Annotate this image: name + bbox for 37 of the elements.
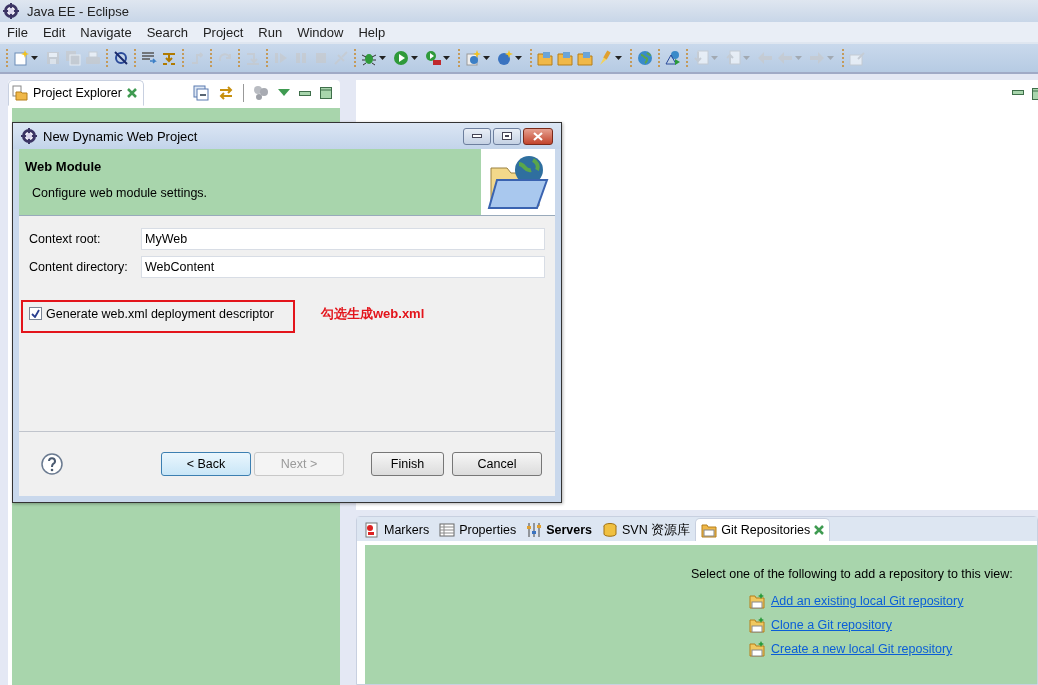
- menu-item[interactable]: Run: [258, 24, 283, 40]
- link[interactable]: Add an existing local Git repository: [771, 594, 964, 608]
- dialog-title: New Dynamic Web Project: [43, 128, 199, 144]
- text-field[interactable]: WebContent: [141, 256, 545, 278]
- view-tab[interactable]: Properties: [434, 519, 522, 541]
- view-tab[interactable]: Git Repositories: [695, 518, 831, 541]
- tab-label: Git Repositories: [721, 523, 811, 537]
- menu-item[interactable]: Window: [297, 24, 344, 40]
- menu-item[interactable]: File: [7, 24, 28, 40]
- link[interactable]: Create a new local Git repository: [771, 642, 953, 656]
- tab-label: Project Explorer: [33, 86, 122, 100]
- menu-item[interactable]: Navigate: [80, 24, 132, 40]
- field-label: Context root:: [29, 232, 102, 246]
- view-tab[interactable]: SVN 资源库: [597, 519, 696, 541]
- tab-label: Properties: [459, 523, 517, 537]
- page-heading: Web Module: [25, 159, 103, 174]
- text-field[interactable]: MyWeb: [141, 228, 545, 250]
- link[interactable]: Clone a Git repository: [771, 618, 892, 632]
- menu-item[interactable]: Project: [202, 24, 244, 40]
- tab-label: SVN 资源库: [622, 521, 691, 539]
- view-tab[interactable]: Servers: [521, 519, 597, 541]
- menu-item[interactable]: Help: [358, 24, 386, 40]
- window-title: Java EE - Eclipse: [27, 3, 129, 19]
- tab-label: Servers: [546, 523, 592, 537]
- menu-item[interactable]: Search: [146, 24, 188, 40]
- tab-label: Markers: [384, 523, 430, 537]
- menu-item[interactable]: Edit: [42, 24, 66, 40]
- page-description: Configure web module settings.: [32, 186, 209, 200]
- field-label: Content directory:: [29, 260, 129, 274]
- instruction-text: Select one of the following to add a repository to this view:: [691, 567, 1013, 581]
- dialog-button[interactable]: < Back: [161, 452, 251, 476]
- dialog-button[interactable]: Finish: [371, 452, 444, 476]
- view-tab[interactable]: Markers: [359, 519, 435, 541]
- dialog-button[interactable]: Cancel: [452, 452, 542, 476]
- view-tab[interactable]: Project Explorer: [8, 80, 144, 106]
- annotation-text: 勾选生成web.xml: [321, 304, 425, 323]
- checkbox-label: Generate web.xml deployment descriptor: [46, 306, 274, 321]
